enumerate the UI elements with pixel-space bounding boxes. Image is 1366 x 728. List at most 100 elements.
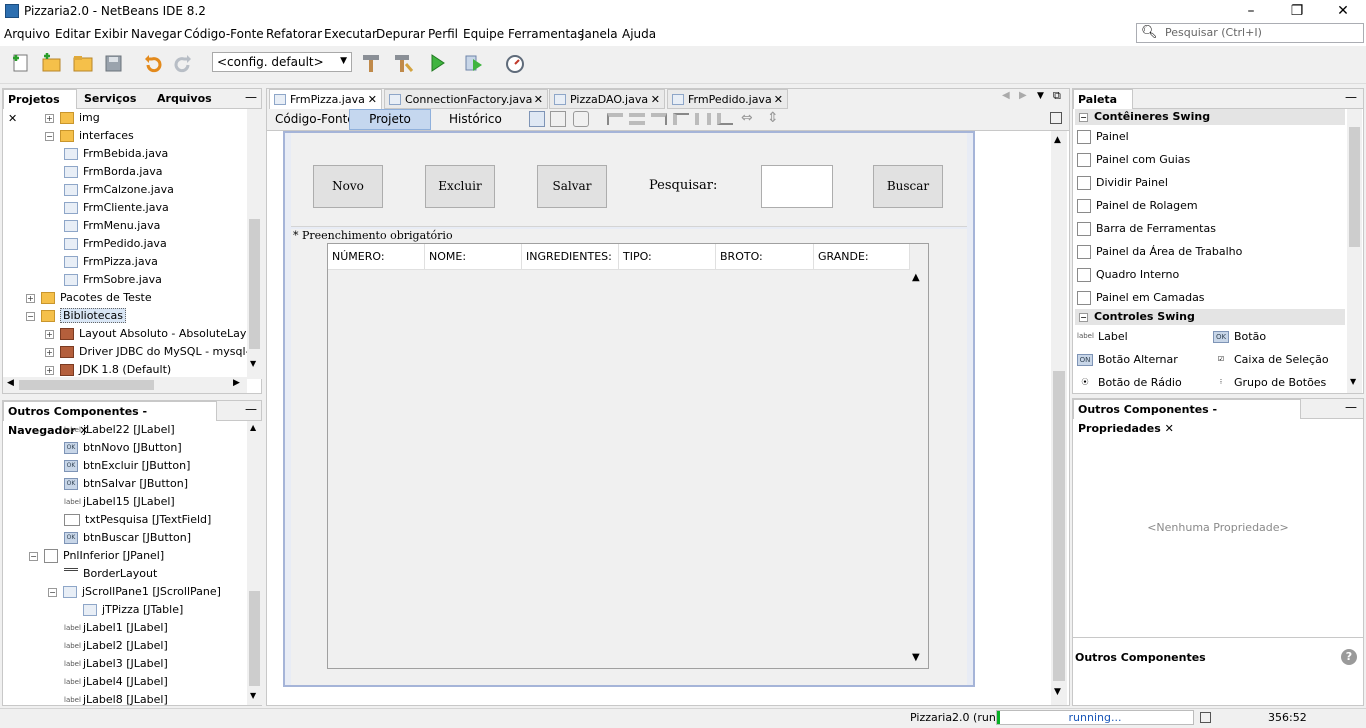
cancel-task-icon[interactable] (1200, 712, 1211, 723)
scroll-up-icon[interactable]: ▲ (912, 272, 920, 283)
config-select[interactable]: <config. default> ▼ (212, 52, 352, 72)
pizza-table-scrollpane[interactable]: NÚMERO: NOME: INGREDIENTES: TIPO: BROTO:… (327, 243, 929, 669)
tree-item[interactable]: FrmPedido.java (3, 235, 247, 253)
undo-icon[interactable] (142, 52, 164, 74)
navigator-item[interactable]: label jLabel1 [JLabel] (3, 619, 247, 637)
scroll-tabs-right-icon[interactable]: ▶ (1019, 90, 1027, 101)
column-tipo[interactable]: TIPO: (619, 244, 716, 270)
column-ingredientes[interactable]: INGREDIENTES: (522, 244, 619, 270)
tab-navigator[interactable]: Outros Componentes - Navegador ✕ (3, 401, 217, 437)
minimize-panel-icon[interactable]: — (245, 402, 257, 416)
close-button[interactable]: ✕ (1320, 0, 1366, 24)
palette-item[interactable]: ⦿ Botão de Rádio (1077, 371, 1182, 393)
scroll-thumb[interactable] (249, 591, 260, 686)
column-broto[interactable]: BROTO: (716, 244, 814, 270)
navigator-item[interactable]: OK btnSalvar [JButton] (3, 475, 247, 493)
menu-arquivo[interactable]: Arquivo (4, 27, 50, 41)
tab-projetos[interactable]: Projetos ✕ (3, 89, 77, 125)
redo-icon[interactable] (172, 52, 194, 74)
pesquisa-field[interactable] (761, 165, 833, 208)
palette-item[interactable]: ON Botão Alternar (1077, 348, 1178, 371)
profile-icon[interactable] (504, 52, 526, 74)
view-codigo-fonte[interactable]: Código-Fonte (275, 112, 355, 126)
scroll-up-icon[interactable]: ▲ (250, 423, 256, 432)
tree-item[interactable]: FrmCliente.java (3, 199, 247, 217)
close-tab-icon[interactable]: ✕ (774, 90, 783, 109)
palette-item[interactable]: Painel da Área de Trabalho (1075, 240, 1345, 263)
navigator-item[interactable]: OK btnBuscar [JButton] (3, 529, 247, 547)
navigator-item[interactable]: jTPizza [JTable] (3, 601, 247, 619)
editor-tab-pizzadao[interactable]: PizzaDAO.java ✕ (549, 89, 665, 109)
menu-perfil[interactable]: Perfil (428, 27, 458, 41)
palette-item[interactable]: ☑ Caixa de Seleção (1213, 348, 1329, 371)
search-input[interactable]: 🔍︎ Pesquisar (Ctrl+I) (1136, 23, 1364, 43)
navigator-item[interactable]: label jLabel3 [JLabel] (3, 655, 247, 673)
editor-scrollbar[interactable]: ▲ ▼ (1051, 131, 1067, 705)
scroll-thumb[interactable] (249, 219, 260, 349)
navigator-scrollbar[interactable]: ▲ ▼ (247, 421, 262, 705)
column-numero[interactable]: NÚMERO: (328, 244, 425, 270)
scroll-tabs-left-icon[interactable]: ◀ (1002, 90, 1010, 101)
align-middle-icon[interactable] (695, 113, 711, 125)
clean-build-icon[interactable] (392, 52, 414, 74)
view-historico[interactable]: Histórico (449, 112, 502, 126)
tree-item[interactable]: − Bibliotecas (3, 307, 247, 325)
scroll-thumb[interactable] (1349, 127, 1360, 247)
palette-item[interactable]: Painel de Rolagem (1075, 194, 1345, 217)
expand-toggle-icon[interactable]: − (48, 587, 57, 597)
resize-vertical-icon[interactable]: ⇕ (767, 110, 779, 126)
navigator-item[interactable]: label jLabel15 [JLabel] (3, 493, 247, 511)
open-project-icon[interactable] (72, 52, 94, 74)
minimize-panel-icon[interactable]: — (245, 90, 257, 104)
editor-tab-connectionfactory[interactable]: ConnectionFactory.java ✕ (384, 89, 548, 109)
scroll-thumb[interactable] (1053, 371, 1065, 681)
close-tab-icon[interactable]: ✕ (651, 90, 660, 109)
expand-toggle-icon[interactable]: + (45, 113, 54, 123)
expand-toggle-icon[interactable]: + (26, 293, 35, 303)
scroll-left-icon[interactable]: ◀ (7, 378, 14, 388)
expand-toggle-icon[interactable]: − (29, 551, 38, 561)
help-icon[interactable]: ? (1341, 649, 1357, 665)
palette-item[interactable]: Painel (1075, 125, 1345, 148)
tree-item[interactable]: + Driver JDBC do MySQL - mysql-co (3, 343, 247, 361)
align-right-icon[interactable] (651, 113, 667, 125)
tab-paleta[interactable]: Paleta ✕ (1073, 89, 1133, 125)
menu-exibir[interactable]: Exibir (94, 27, 128, 41)
navigator-item[interactable]: OK btnExcluir [JButton] (3, 457, 247, 475)
editor-tab-frmpizza[interactable]: FrmPizza.java ✕ (269, 89, 382, 109)
menu-janela[interactable]: Janela (581, 27, 618, 41)
menu-equipe[interactable]: Equipe (463, 27, 504, 41)
tab-arquivos[interactable]: Arquivos (153, 89, 216, 109)
selection-mode-icon[interactable] (529, 111, 545, 127)
navigator-item[interactable]: OK btnNovo [JButton] (3, 439, 247, 457)
view-projeto[interactable]: Projeto (349, 109, 431, 130)
collapse-toggle-icon[interactable]: − (1079, 112, 1088, 122)
palette-item[interactable]: Painel com Guias (1075, 148, 1345, 171)
palette-section-header[interactable]: − Contêineres Swing (1075, 109, 1345, 125)
navigator-item[interactable]: label jLabel22 [JLabel] (3, 421, 247, 439)
minimize-button[interactable]: – (1228, 0, 1274, 24)
navigator-item[interactable]: label jLabel2 [JLabel] (3, 637, 247, 655)
expand-toggle-icon[interactable]: − (45, 131, 54, 141)
palette-item[interactable]: ⁝ Grupo de Botões (1213, 371, 1326, 393)
scroll-right-icon[interactable]: ▶ (233, 378, 240, 388)
align-top-icon[interactable] (673, 113, 689, 125)
menu-ferramentas[interactable]: Ferramentas (508, 27, 584, 41)
menu-editar[interactable]: Editar (55, 27, 91, 41)
align-center-icon[interactable] (629, 113, 645, 125)
expand-toggle-icon[interactable]: − (26, 311, 35, 321)
connection-mode-icon[interactable] (550, 111, 566, 127)
preview-design-icon[interactable] (573, 111, 589, 127)
tree-item[interactable]: FrmBorda.java (3, 163, 247, 181)
tree-item[interactable]: FrmBebida.java (3, 145, 247, 163)
tab-propriedades[interactable]: Outros Componentes - Propriedades ✕ (1073, 399, 1301, 435)
tree-item[interactable]: FrmCalzone.java (3, 181, 247, 199)
maximize-editor-icon[interactable]: ⧉ (1053, 89, 1061, 103)
navigator-item[interactable]: label jLabel8 [JLabel] (3, 691, 247, 705)
palette-item[interactable]: label Label (1077, 325, 1128, 348)
scroll-up-icon[interactable]: ▲ (1054, 135, 1061, 145)
palette-item[interactable]: Dividir Painel (1075, 171, 1345, 194)
debug-icon[interactable] (463, 52, 485, 74)
scroll-down-icon[interactable]: ▼ (1350, 377, 1356, 386)
editor-tab-frmpedido[interactable]: FrmPedido.java ✕ (667, 89, 788, 109)
